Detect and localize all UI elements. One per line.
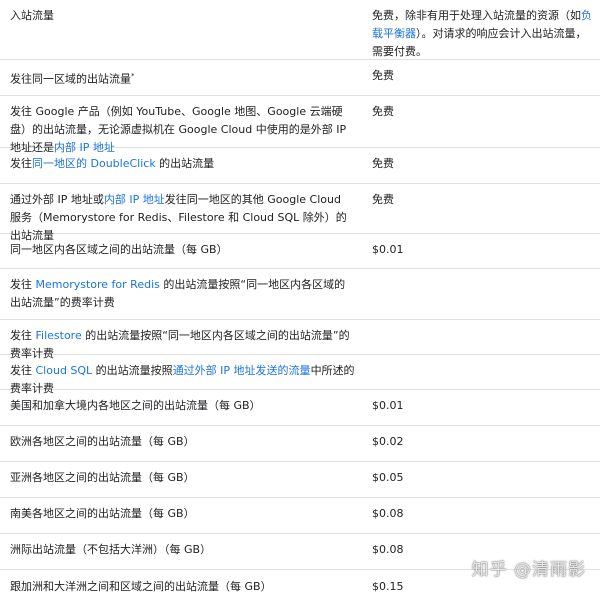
item-cell: 发往 Memorystore for Redis 的出站流量按照“同一地区内各区… bbox=[10, 276, 355, 312]
cell-text: $0.01 bbox=[372, 243, 404, 256]
item-cell: 亚洲各地区之间的出站流量（每 GB） bbox=[10, 469, 355, 487]
table-row: 发往 Google 产品（例如 YouTube、Google 地图、Google… bbox=[0, 96, 600, 154]
watermark: 知乎 @清雨影 bbox=[471, 560, 586, 580]
table-row: 发往同一区域的出站流量* 免费 bbox=[0, 60, 600, 96]
price-cell: $0.08 bbox=[372, 505, 594, 523]
cell-text: 的出站流量按照 bbox=[92, 364, 173, 377]
cell-text: $0.02 bbox=[372, 435, 404, 448]
cell-text: 发往同一区域的出站流量 bbox=[10, 72, 131, 86]
price-cell: 免费 bbox=[372, 155, 594, 173]
cell-text: 免费 bbox=[372, 193, 394, 206]
cell-text: 免费，除非有用于处理入站流量的资源（如 bbox=[372, 9, 581, 22]
price-cell: 免费，除非有用于处理入站流量的资源（如负载平衡器）。对请求的响应会计入出站流量，… bbox=[372, 7, 594, 61]
footnote-marker: * bbox=[131, 72, 135, 80]
price-cell: $0.02 bbox=[372, 433, 594, 451]
cell-text: 美国和加拿大境内各地区之间的出站流量（每 GB） bbox=[10, 399, 261, 412]
cell-text: 通过外部 IP 地址或 bbox=[10, 193, 104, 206]
item-cell: 美国和加拿大境内各地区之间的出站流量（每 GB） bbox=[10, 397, 355, 415]
table-row: 同一地区内各区域之间的出站流量（每 GB） $0.01 bbox=[0, 234, 600, 269]
cell-text: 免费 bbox=[372, 157, 394, 170]
table-row: 亚洲各地区之间的出站流量（每 GB） $0.05 bbox=[0, 462, 600, 498]
cell-text: $0.05 bbox=[372, 471, 404, 484]
cell-text: 的出站流量 bbox=[155, 157, 215, 170]
cell-text: $0.08 bbox=[372, 507, 404, 520]
table-row: 通过外部 IP 地址或内部 IP 地址发往同一地区的其他 Google Clou… bbox=[0, 184, 600, 242]
cell-text: 发往 bbox=[10, 278, 36, 291]
item-cell: 同一地区内各区域之间的出站流量（每 GB） bbox=[10, 241, 355, 259]
cell-text: 入站流量 bbox=[10, 9, 54, 22]
item-cell: 欧洲各地区之间的出站流量（每 GB） bbox=[10, 433, 355, 451]
cell-text: 南美各地区之间的出站流量（每 GB） bbox=[10, 507, 195, 520]
doc-link[interactable]: Filestore bbox=[36, 329, 82, 342]
cell-text: 免费 bbox=[372, 69, 394, 82]
cell-text: $0.08 bbox=[372, 543, 404, 556]
item-cell: 发往同一地区的 DoubleClick 的出站流量 bbox=[10, 155, 355, 173]
cell-text: 欧洲各地区之间的出站流量（每 GB） bbox=[10, 435, 195, 448]
table-row: 发往 Memorystore for Redis 的出站流量按照“同一地区内各区… bbox=[0, 269, 600, 320]
table-row: 南美各地区之间的出站流量（每 GB） $0.08 bbox=[0, 498, 600, 534]
cell-text: 亚洲各地区之间的出站流量（每 GB） bbox=[10, 471, 195, 484]
table-row: 欧洲各地区之间的出站流量（每 GB） $0.02 bbox=[0, 426, 600, 462]
item-cell: 入站流量 bbox=[10, 7, 355, 25]
table-row: 发往同一地区的 DoubleClick 的出站流量 免费 bbox=[0, 148, 600, 184]
cell-text: 发往 bbox=[10, 364, 36, 377]
cell-text: 免费 bbox=[372, 105, 394, 118]
price-cell: $0.01 bbox=[372, 241, 594, 259]
doc-link[interactable]: 通过外部 IP 地址发送的流量 bbox=[173, 364, 311, 377]
price-cell: 免费 bbox=[372, 103, 594, 121]
cell-text: 发往 bbox=[10, 157, 32, 170]
partial-row-label: 跟加洲和大洋洲之间和区域之间的出站流量（每 GB） bbox=[10, 580, 272, 593]
item-cell: 南美各地区之间的出站流量（每 GB） bbox=[10, 505, 355, 523]
table-row: 发往 Filestore 的出站流量按照“同一地区内各区域之间的出站流量”的费率… bbox=[0, 320, 600, 360]
price-cell: $0.05 bbox=[372, 469, 594, 487]
price-cell: 免费 bbox=[372, 67, 594, 85]
item-cell: 洲际出站流量（不包括大洋洲）（每 GB） bbox=[10, 541, 355, 559]
cell-text: 洲际出站流量（不包括大洋洲）（每 GB） bbox=[10, 543, 212, 556]
item-cell: 发往同一区域的出站流量* bbox=[10, 67, 355, 89]
doc-link[interactable]: Memorystore for Redis bbox=[36, 278, 160, 291]
doc-link[interactable]: 同一地区的 DoubleClick bbox=[32, 157, 156, 170]
doc-link[interactable]: Cloud SQL bbox=[36, 364, 93, 377]
table-row: 发往 Cloud SQL 的出站流量按照通过外部 IP 地址发送的流量中所述的费… bbox=[0, 355, 600, 395]
partial-row-price: $0.15 bbox=[372, 580, 404, 593]
cell-text: 发往 bbox=[10, 329, 36, 342]
table-row: 美国和加拿大境内各地区之间的出站流量（每 GB） $0.01 bbox=[0, 390, 600, 426]
table-row: 入站流量 免费，除非有用于处理入站流量的资源（如负载平衡器）。对请求的响应会计入出… bbox=[0, 0, 600, 60]
doc-link[interactable]: 内部 IP 地址 bbox=[104, 193, 165, 206]
price-cell: 免费 bbox=[372, 191, 594, 209]
cell-text: 同一地区内各区域之间的出站流量（每 GB） bbox=[10, 243, 228, 256]
cell-text: $0.01 bbox=[372, 399, 404, 412]
price-cell: $0.01 bbox=[372, 397, 594, 415]
